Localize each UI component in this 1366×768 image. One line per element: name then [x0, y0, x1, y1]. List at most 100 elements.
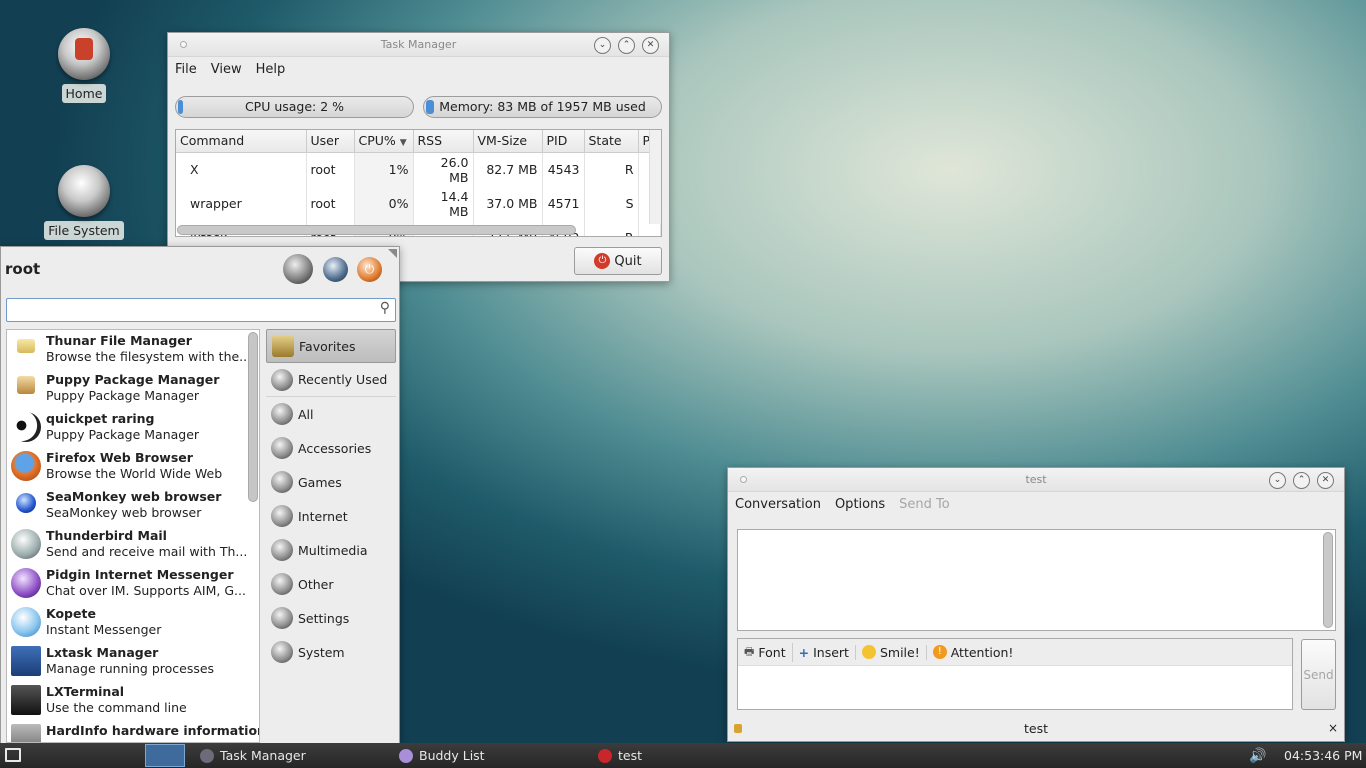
app-description: Use the command line: [46, 700, 187, 715]
close-tab-icon[interactable]: ×: [1328, 721, 1338, 735]
category-multimedia[interactable]: Multimedia: [266, 533, 396, 567]
start-menu-icon[interactable]: [5, 748, 21, 762]
process-table-header: Command User CPU% ▼ RSS VM-Size PID Stat…: [176, 130, 661, 153]
table-row[interactable]: X root 1% 26.0 MB 82.7 MB 4543 R: [176, 152, 661, 187]
font-button[interactable]: 🖶 Font: [738, 642, 793, 662]
search-box[interactable]: ⚲: [6, 298, 396, 322]
clock[interactable]: 04:53:46 PM: [1284, 748, 1362, 763]
volume-icon[interactable]: 🔊: [1249, 748, 1266, 764]
close-button[interactable]: ✕: [642, 37, 659, 54]
workspace-switcher[interactable]: [145, 744, 185, 767]
task-buddy-list[interactable]: Buddy List: [399, 743, 485, 768]
user-name: root: [5, 260, 41, 278]
favorites-icon: [272, 335, 294, 357]
memory-usage-fill: [426, 100, 434, 114]
menu-help[interactable]: Help: [256, 62, 286, 77]
column-pid[interactable]: PID: [542, 130, 585, 153]
insert-button[interactable]: + Insert: [793, 644, 856, 660]
process-list: Command User CPU% ▼ RSS VM-Size PID Stat…: [175, 129, 662, 237]
desktop-icon-file-system[interactable]: File System: [39, 165, 129, 240]
app-name: quickpet raring: [46, 411, 155, 426]
history-scrollbar[interactable]: [1323, 532, 1333, 628]
column-rss[interactable]: RSS: [413, 130, 474, 153]
title-bar[interactable]: Task Manager ⌄ ⌃ ✕: [168, 33, 669, 57]
cell-rss: 26.0 MB: [413, 152, 474, 187]
app-list-scrollbar[interactable]: [248, 332, 258, 502]
memory-usage-bar: Memory: 83 MB of 1957 MB used: [423, 96, 662, 118]
list-item[interactable]: Puppy Package Manager Puppy Package Manag…: [7, 369, 259, 408]
minimize-button[interactable]: ⌄: [594, 37, 611, 54]
maximize-button[interactable]: ⌃: [618, 37, 635, 54]
task-task-manager[interactable]: Task Manager: [200, 743, 306, 768]
app-name: Thunar File Manager: [46, 333, 192, 348]
close-button[interactable]: ✕: [1317, 472, 1334, 489]
list-item[interactable]: Firefox Web Browser Browse the World Wide…: [7, 447, 259, 486]
horizontal-scrollbar[interactable]: [177, 225, 576, 235]
chat-window: test ⌄ ⌃ ✕ Conversation Options Send To …: [727, 467, 1345, 742]
column-user[interactable]: User: [306, 130, 355, 153]
list-item[interactable]: Pidgin Internet Messenger Chat over IM. S…: [7, 564, 259, 603]
cell-pid: 4543: [542, 152, 585, 187]
menu-send-to[interactable]: Send To: [899, 497, 950, 512]
list-item[interactable]: Thunar File Manager Browse the filesystem…: [7, 330, 259, 369]
app-description: Browse the World Wide Web: [46, 466, 223, 481]
category-other[interactable]: Other: [266, 567, 396, 601]
app-description: SeaMonkey web browser: [46, 505, 202, 520]
lock-screen-icon[interactable]: [283, 254, 313, 284]
table-row[interactable]: wrapper root 0% 14.4 MB 37.0 MB 4571 S: [176, 186, 661, 221]
task-manager-window: Task Manager ⌄ ⌃ ✕ File View Help CPU us…: [167, 32, 670, 282]
category-games[interactable]: Games: [266, 465, 396, 499]
multimedia-icon: [271, 539, 293, 561]
conversation-history: [737, 529, 1336, 631]
menu-conversation[interactable]: Conversation: [735, 497, 821, 512]
smile-button[interactable]: Smile!: [856, 644, 927, 660]
app-name: HardInfo hardware information: [46, 723, 260, 738]
desktop-icon-home[interactable]: Home: [39, 28, 129, 103]
search-input[interactable]: [11, 300, 371, 320]
quit-button[interactable]: ⏻ Quit: [574, 247, 662, 275]
category-accessories[interactable]: Accessories: [266, 431, 396, 465]
sort-descending-icon: ▼: [399, 138, 407, 149]
menu-options[interactable]: Options: [835, 497, 885, 512]
list-item[interactable]: Thunderbird Mail Send and receive mail wi…: [7, 525, 259, 564]
message-input[interactable]: [740, 668, 1290, 708]
app-name: Puppy Package Manager: [46, 372, 220, 387]
task-test[interactable]: test: [598, 743, 642, 768]
switch-user-icon[interactable]: [323, 257, 348, 282]
title-bar[interactable]: test ⌄ ⌃ ✕: [728, 468, 1344, 492]
category-all[interactable]: All: [266, 397, 396, 431]
vertical-scrollbar[interactable]: [649, 130, 661, 224]
pidgin-icon: [399, 748, 413, 763]
list-item[interactable]: HardInfo hardware information: [7, 720, 260, 742]
list-item[interactable]: Kopete Instant Messenger: [7, 603, 259, 642]
send-button[interactable]: Send: [1301, 639, 1336, 710]
menu-view[interactable]: View: [211, 62, 242, 77]
list-item[interactable]: SeaMonkey web browser SeaMonkey web brows…: [7, 486, 259, 525]
home-drive-icon: [58, 28, 110, 80]
column-command[interactable]: Command: [176, 130, 307, 153]
maximize-button[interactable]: ⌃: [1293, 472, 1310, 489]
desktop-icon-label: File System: [44, 221, 124, 240]
menu-file[interactable]: File: [175, 62, 197, 77]
list-item[interactable]: quickpet raring Puppy Package Manager: [7, 408, 259, 447]
power-off-icon[interactable]: ⏻: [357, 257, 382, 282]
category-settings[interactable]: Settings: [266, 601, 396, 635]
category-recently-used[interactable]: Recently Used: [266, 363, 396, 397]
column-vm-size[interactable]: VM-Size: [473, 130, 543, 153]
app-list: Thunar File Manager Browse the filesystem…: [6, 329, 260, 743]
app-description: Browse the filesystem with the...: [46, 349, 246, 364]
menu-resize-corner-icon[interactable]: [388, 249, 397, 258]
category-internet[interactable]: Internet: [266, 499, 396, 533]
category-favorites[interactable]: Favorites: [266, 329, 396, 363]
minimize-button[interactable]: ⌄: [1269, 472, 1286, 489]
font-icon: 🖶: [744, 644, 755, 658]
status-bar: test ×: [728, 718, 1344, 740]
list-item[interactable]: Lxtask Manager Manage running processes: [7, 642, 259, 681]
category-system[interactable]: System: [266, 635, 396, 669]
column-state[interactable]: State: [584, 130, 639, 153]
seamonkey-icon: [16, 493, 36, 513]
list-item[interactable]: LXTerminal Use the command line: [7, 681, 259, 720]
attention-button[interactable]: ! Attention!: [927, 645, 1020, 660]
column-cpu[interactable]: CPU% ▼: [354, 130, 414, 153]
chat-icon: [598, 748, 612, 763]
